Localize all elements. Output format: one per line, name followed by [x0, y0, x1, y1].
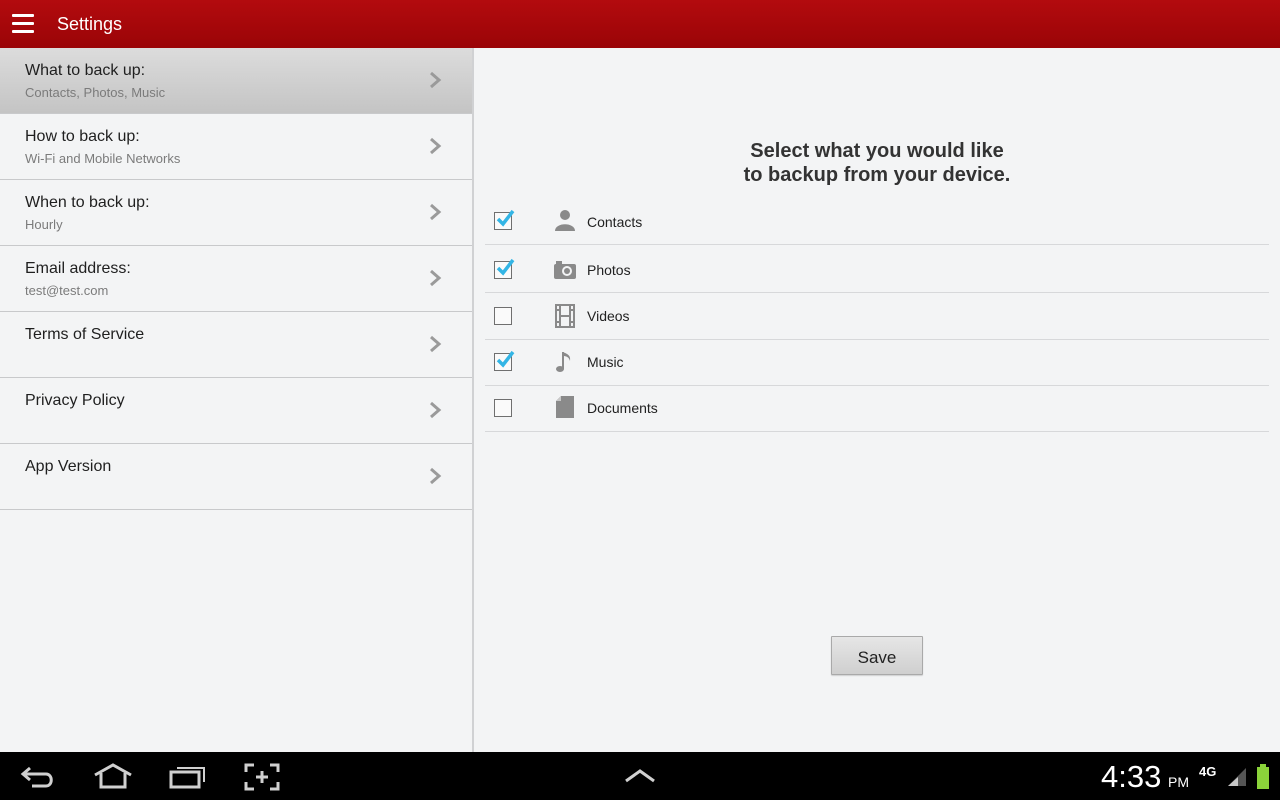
sidebar-item-label: How to back up: — [25, 128, 140, 145]
checkmark-icon — [496, 350, 515, 368]
option-row-documents: Documents — [485, 385, 1269, 432]
sidebar-item-value: Hourly — [25, 217, 63, 232]
save-button[interactable]: Save — [831, 636, 923, 675]
sidebar-item-label: What to back up: — [25, 62, 146, 79]
option-row-videos: Videos — [485, 293, 1269, 340]
option-label: Contacts — [587, 214, 643, 230]
option-label: Music — [587, 354, 624, 370]
videos-checkbox[interactable] — [494, 307, 512, 325]
music-checkbox[interactable] — [494, 350, 515, 371]
system-navigation-bar: 4:33 PM 4G — [0, 752, 1280, 800]
clock-time: 4:33 — [1101, 759, 1162, 794]
sidebar-item-label: Email address: — [25, 260, 131, 277]
film-icon — [555, 304, 575, 328]
option-row-photos: Photos — [485, 246, 1269, 293]
sidebar-item-privacy-policy[interactable]: Privacy Policy — [0, 378, 472, 444]
chevron-right-icon — [430, 71, 442, 89]
app-bar: Settings — [0, 0, 1280, 48]
option-label: Documents — [587, 400, 658, 416]
photos-checkbox[interactable] — [494, 258, 515, 279]
checkmark-icon — [496, 258, 515, 276]
hamburger-menu-icon[interactable] — [12, 14, 34, 34]
clock-ampm: PM — [1168, 774, 1189, 790]
documents-checkbox[interactable] — [494, 399, 512, 417]
signal-icon — [1228, 768, 1246, 786]
sidebar-item-label: Privacy Policy — [25, 392, 125, 409]
sidebar-item-value: Wi-Fi and Mobile Networks — [25, 151, 181, 166]
section-heading: Select what you would like to backup fro… — [474, 139, 1280, 187]
option-label: Videos — [587, 308, 630, 324]
backup-content-pane: Select what you would like to backup fro… — [474, 48, 1280, 752]
sidebar-item-label: Terms of Service — [25, 326, 145, 343]
sidebar-item-app-version[interactable]: App Version — [0, 444, 472, 510]
chevron-right-icon — [430, 401, 442, 419]
sidebar-item-email-address[interactable]: Email address: test@test.com — [0, 246, 472, 312]
recent-apps-icon[interactable] — [168, 763, 208, 789]
battery-icon — [1257, 764, 1269, 789]
sidebar-item-terms-of-service[interactable]: Terms of Service — [0, 312, 472, 378]
up-arrow-icon[interactable] — [624, 768, 656, 784]
option-row-music: Music — [485, 339, 1269, 386]
chevron-right-icon — [430, 137, 442, 155]
sidebar-item-label: When to back up: — [25, 194, 150, 211]
person-icon — [555, 210, 575, 231]
sidebar-item-value: test@test.com — [25, 283, 109, 298]
chevron-right-icon — [430, 203, 442, 221]
contacts-checkbox[interactable] — [494, 209, 515, 230]
option-row-contacts: Contacts — [485, 198, 1269, 245]
back-icon[interactable] — [20, 764, 56, 790]
checkmark-icon — [496, 209, 515, 227]
sidebar-item-what-to-back-up[interactable]: What to back up: Contacts, Photos, Music — [0, 48, 472, 114]
network-type: 4G — [1199, 764, 1217, 779]
home-icon[interactable] — [92, 763, 134, 789]
chevron-right-icon — [430, 335, 442, 353]
music-note-icon — [556, 352, 571, 372]
sidebar-item-value: Contacts, Photos, Music — [25, 85, 166, 100]
screenshot-icon[interactable] — [244, 763, 280, 791]
heading-line-2: to backup from your device. — [743, 164, 1011, 186]
sidebar-item-how-to-back-up[interactable]: How to back up: Wi-Fi and Mobile Network… — [0, 114, 472, 180]
heading-line-1: Select what you would like — [750, 140, 1004, 162]
option-label: Photos — [587, 262, 631, 278]
sidebar-item-label: App Version — [25, 458, 112, 475]
settings-sidebar: What to back up: Contacts, Photos, Music… — [0, 48, 472, 752]
document-icon — [556, 396, 574, 418]
chevron-right-icon — [430, 467, 442, 485]
chevron-right-icon — [430, 269, 442, 287]
camera-icon — [554, 261, 576, 279]
sidebar-item-when-to-back-up[interactable]: When to back up: Hourly — [0, 180, 472, 246]
page-title: Settings — [57, 14, 123, 34]
